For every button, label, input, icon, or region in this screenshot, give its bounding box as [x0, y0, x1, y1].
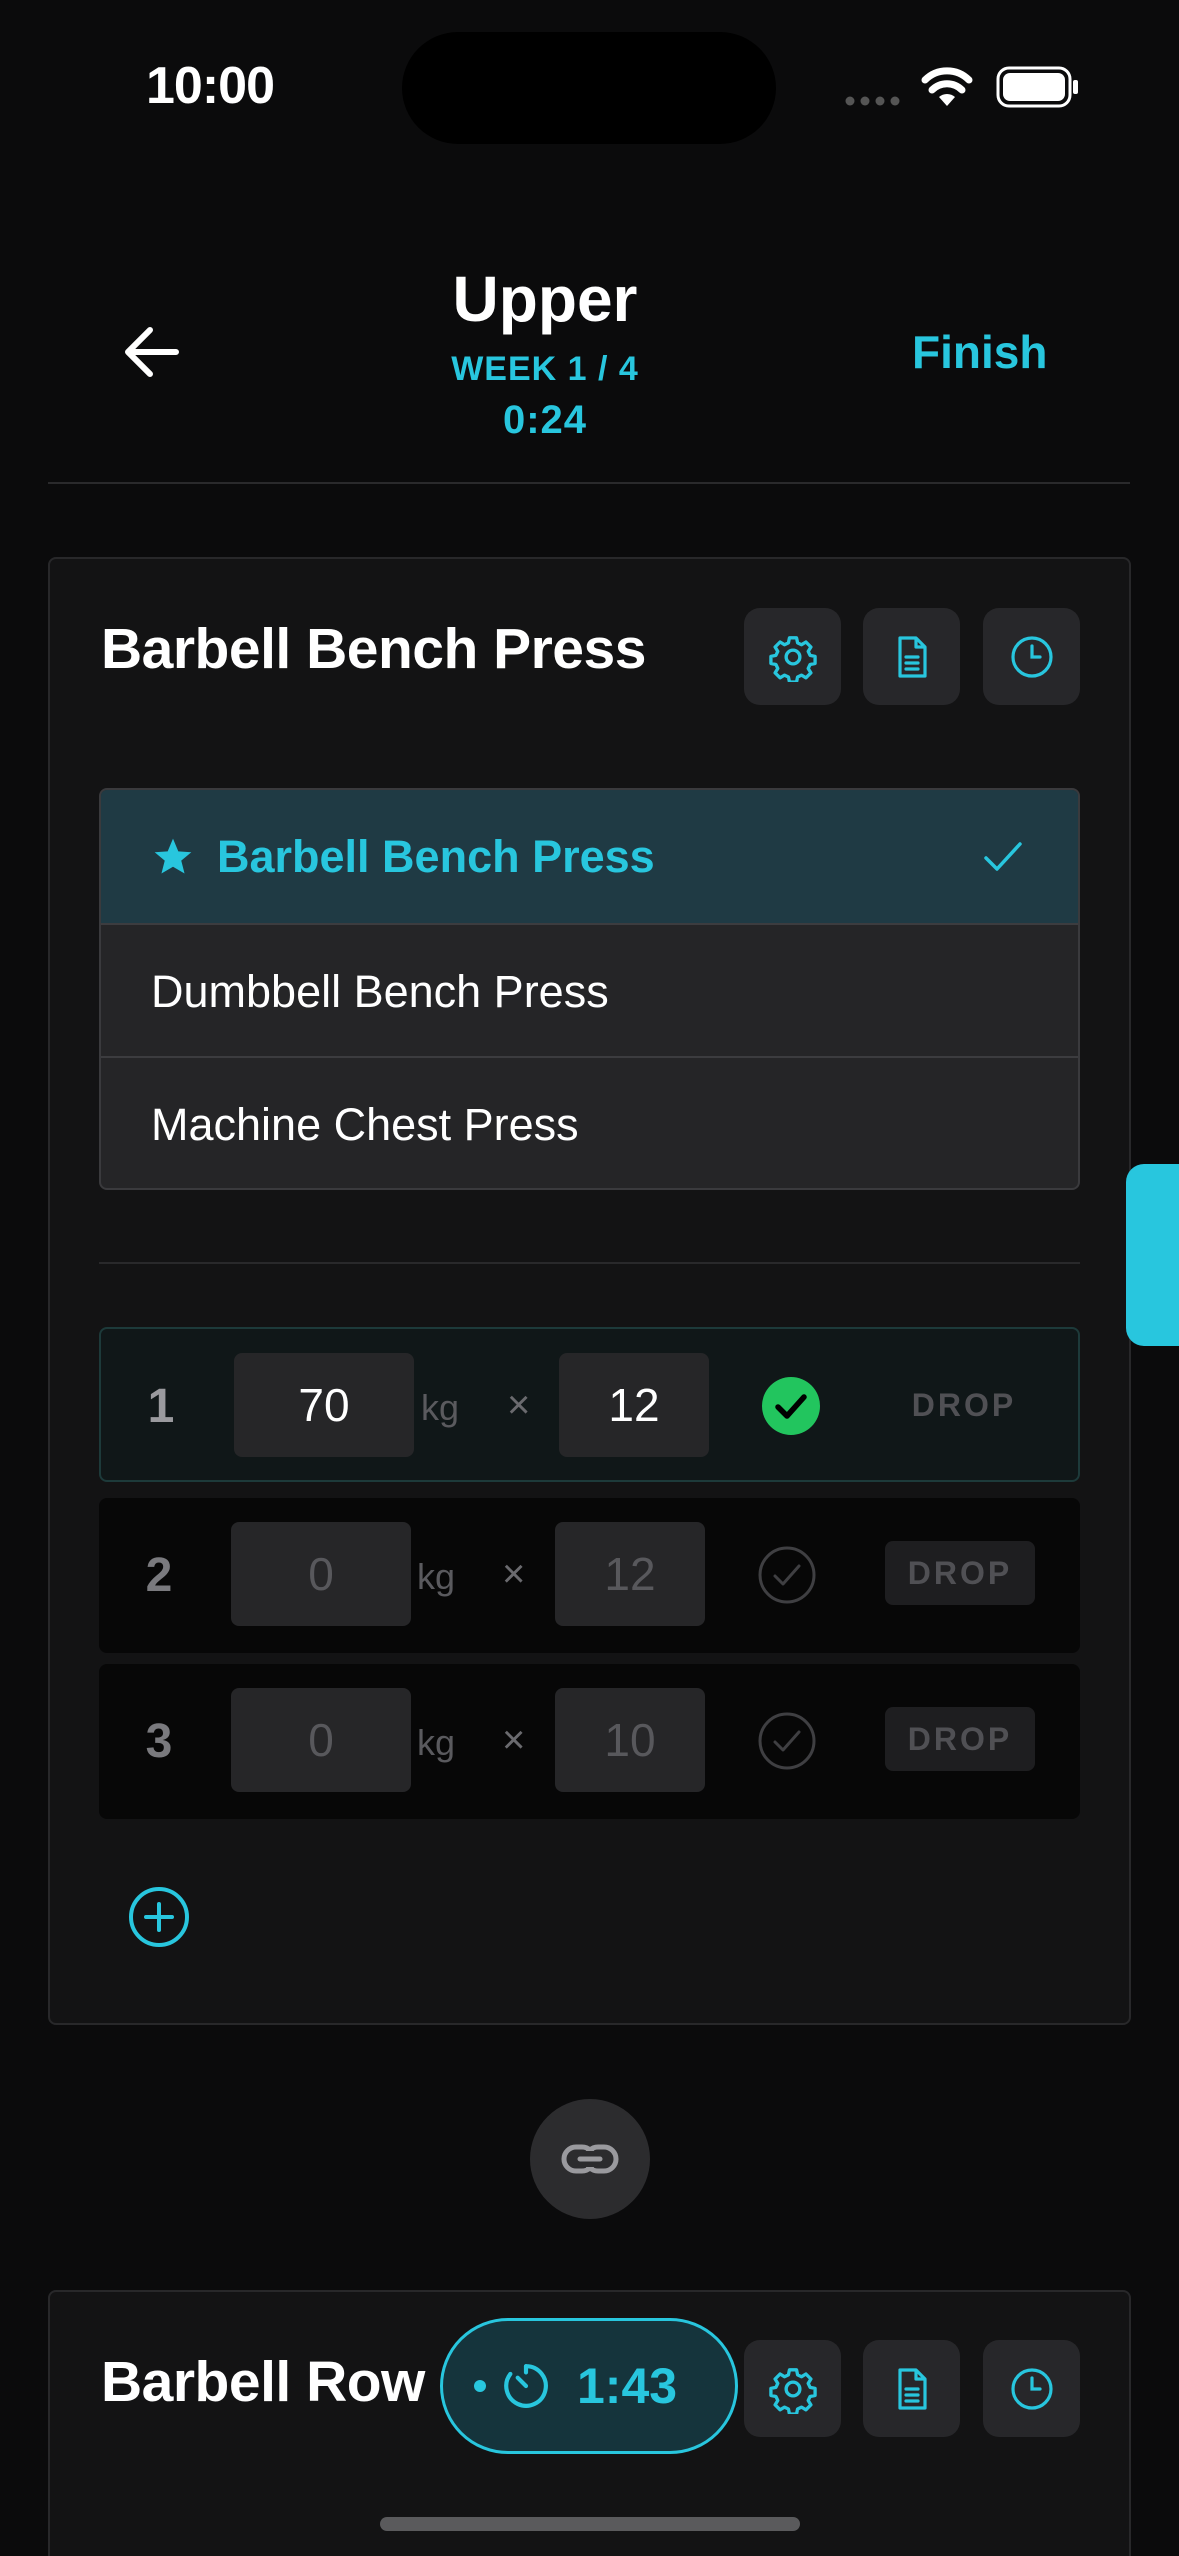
gear-icon — [768, 2367, 817, 2414]
exercise-name: Barbell Bench Press — [101, 617, 646, 681]
set-number: 2 — [145, 1549, 173, 1602]
exercise-options-list: Barbell Bench Press Dumbbell Bench Press… — [99, 788, 1080, 1190]
set-row: 3 0 kg × 10 DROP — [99, 1664, 1080, 1819]
exercise-option-selected[interactable]: Barbell Bench Press — [101, 790, 1078, 923]
wifi-icon — [921, 66, 973, 108]
option-label: Machine Chest Press — [151, 1098, 579, 1150]
set-row: 1 70 kg × 12 DROP — [99, 1327, 1080, 1482]
set-number: 3 — [145, 1715, 173, 1768]
timer-icon — [504, 2364, 548, 2408]
elapsed-time: 0:24 — [502, 398, 588, 442]
add-set-icon — [129, 1887, 189, 1947]
header-divider — [48, 482, 1130, 484]
clock-icon — [1010, 2367, 1053, 2410]
link-icon — [561, 2144, 619, 2174]
cellular-signal-icon — [845, 96, 905, 106]
drop-set-button[interactable]: DROP — [885, 1541, 1035, 1605]
weight-unit: kg — [421, 1387, 460, 1428]
times-sign: × — [507, 1383, 531, 1427]
star-icon — [154, 838, 192, 873]
exercise-notes-button[interactable] — [863, 2340, 960, 2437]
timer-dot-icon — [474, 2380, 486, 2392]
set-complete-toggle[interactable] — [757, 1711, 817, 1771]
set-complete-toggle[interactable] — [757, 1545, 817, 1605]
exercise-option[interactable]: Machine Chest Press — [101, 1058, 1078, 1188]
exercise-name: Barbell Row — [101, 2350, 425, 2414]
dynamic-island — [402, 32, 776, 144]
set-row: 2 0 kg × 12 DROP — [99, 1498, 1080, 1653]
set-number: 1 — [147, 1380, 175, 1433]
drop-set-button[interactable]: DROP — [889, 1373, 1039, 1437]
rest-timer-pill[interactable]: 1:43 — [440, 2318, 738, 2454]
exercise-notes-button[interactable] — [863, 608, 960, 705]
exercise-settings-button[interactable] — [744, 608, 841, 705]
superset-link-button[interactable] — [530, 2099, 650, 2219]
finish-button[interactable]: Finish — [912, 325, 1047, 379]
gear-icon — [768, 635, 817, 682]
battery-icon — [996, 66, 1080, 108]
weight-unit: kg — [417, 1556, 456, 1597]
weight-input[interactable]: 70 — [234, 1353, 414, 1457]
reps-input[interactable]: 10 — [555, 1688, 705, 1792]
option-label: Dumbbell Bench Press — [151, 965, 609, 1017]
side-drawer-handle[interactable] — [1126, 1164, 1179, 1346]
option-label: Barbell Bench Press — [217, 830, 655, 882]
weight-unit: kg — [417, 1722, 456, 1763]
clock-icon — [1010, 635, 1053, 678]
reps-input[interactable]: 12 — [559, 1353, 709, 1457]
exercise-settings-button[interactable] — [744, 2340, 841, 2437]
check-circle-icon — [762, 1377, 820, 1435]
exercise-history-button[interactable] — [983, 2340, 1080, 2437]
reps-input[interactable]: 12 — [555, 1522, 705, 1626]
rest-timer-value: 1:43 — [577, 2358, 678, 2414]
add-set-button[interactable] — [128, 1886, 190, 1948]
set-complete-toggle[interactable] — [761, 1376, 821, 1436]
times-sign: × — [502, 1552, 526, 1596]
status-time: 10:00 — [146, 57, 275, 115]
check-circle-icon — [758, 1546, 816, 1604]
section-divider — [99, 1262, 1080, 1264]
weight-input[interactable]: 0 — [231, 1522, 411, 1626]
check-icon — [984, 842, 1022, 871]
exercise-option[interactable]: Dumbbell Bench Press — [101, 925, 1078, 1058]
home-indicator — [380, 2517, 800, 2531]
drop-set-button[interactable]: DROP — [885, 1707, 1035, 1771]
document-icon — [897, 2367, 927, 2410]
document-icon — [897, 635, 927, 678]
exercise-history-button[interactable] — [983, 608, 1080, 705]
check-circle-icon — [758, 1712, 816, 1770]
weight-input[interactable]: 0 — [231, 1688, 411, 1792]
times-sign: × — [502, 1718, 526, 1762]
